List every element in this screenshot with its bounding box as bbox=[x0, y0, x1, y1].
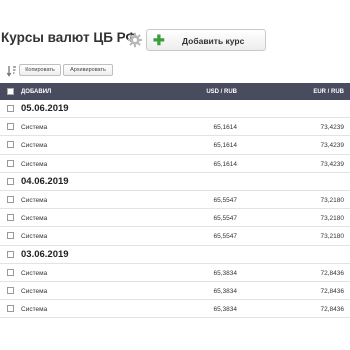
copy-button[interactable]: Копировать bbox=[19, 64, 61, 76]
cell-usd-rub: 65,5547 bbox=[213, 196, 238, 204]
column-header-eur-rub[interactable]: EUR / RUB bbox=[313, 89, 344, 95]
row-checkbox[interactable] bbox=[7, 232, 14, 240]
cell-usd-rub: 65,3834 bbox=[213, 306, 238, 314]
date-group-row[interactable]: 05.06.2019 bbox=[0, 100, 350, 119]
row-checkbox[interactable] bbox=[7, 305, 14, 313]
group-checkbox[interactable] bbox=[7, 177, 14, 185]
select-all-checkbox[interactable] bbox=[7, 88, 14, 95]
group-date: 03.06.2019 bbox=[21, 248, 69, 260]
table-row[interactable]: Система 65,3834 72,8436 bbox=[0, 264, 350, 282]
cell-added: Система bbox=[21, 142, 48, 150]
group-checkbox[interactable] bbox=[7, 105, 14, 112]
row-checkbox[interactable] bbox=[7, 214, 14, 222]
cell-added: Система bbox=[21, 233, 48, 241]
table-row[interactable]: Система 65,1614 73,4239 bbox=[0, 118, 350, 137]
row-checkbox[interactable] bbox=[7, 141, 14, 149]
add-rate-button[interactable]: ✚ Добавить курс bbox=[146, 29, 266, 51]
table-row[interactable]: Система 65,3834 72,8436 bbox=[0, 282, 350, 301]
row-checkbox[interactable] bbox=[7, 195, 14, 203]
cell-usd-rub: 65,1614 bbox=[213, 124, 238, 132]
cell-eur-rub: 73,4239 bbox=[320, 160, 345, 168]
table-row[interactable]: Система 65,1614 73,4239 bbox=[0, 136, 350, 155]
cell-usd-rub: 65,3834 bbox=[213, 269, 238, 277]
cell-usd-rub: 65,5547 bbox=[213, 215, 238, 223]
page: Курсы валют ЦБ РФ ✚ Добавить курс Копиро… bbox=[0, 0, 350, 350]
cell-added: Система bbox=[21, 215, 48, 223]
gear-icon[interactable] bbox=[127, 32, 143, 48]
group-date: 04.06.2019 bbox=[21, 175, 69, 187]
cell-eur-rub: 72,8436 bbox=[320, 306, 345, 314]
page-title: Курсы валют ЦБ РФ bbox=[1, 30, 138, 45]
cell-eur-rub: 72,8436 bbox=[320, 287, 345, 295]
cell-added: Система bbox=[21, 269, 48, 277]
cell-eur-rub: 73,4239 bbox=[320, 124, 345, 132]
cell-added: Система bbox=[21, 124, 48, 132]
cell-usd-rub: 65,1614 bbox=[213, 142, 238, 150]
date-group-row[interactable]: 04.06.2019 bbox=[0, 173, 350, 191]
cell-added: Система bbox=[21, 287, 48, 295]
add-rate-button-label: Добавить курс bbox=[182, 36, 245, 46]
cell-usd-rub: 65,1614 bbox=[213, 160, 238, 168]
cell-eur-rub: 73,4239 bbox=[320, 142, 345, 150]
table-row[interactable]: Система 65,3834 72,8436 bbox=[0, 300, 350, 319]
cell-added: Система bbox=[21, 306, 48, 314]
plus-icon: ✚ bbox=[153, 32, 165, 48]
table-row[interactable]: Система 65,5547 73,2180 bbox=[0, 227, 350, 246]
archive-button[interactable]: Архивировать bbox=[63, 64, 113, 76]
cell-eur-rub: 73,2180 bbox=[320, 233, 345, 241]
group-checkbox[interactable] bbox=[7, 250, 14, 258]
group-date: 05.06.2019 bbox=[21, 103, 69, 114]
cell-eur-rub: 73,2180 bbox=[320, 215, 345, 223]
row-checkbox[interactable] bbox=[7, 159, 14, 167]
page-header: Курсы валют ЦБ РФ ✚ Добавить курс bbox=[0, 28, 350, 52]
cell-eur-rub: 73,2180 bbox=[320, 196, 345, 204]
row-checkbox[interactable] bbox=[7, 286, 14, 294]
column-header-added[interactable]: ДОБАВИЛ bbox=[21, 89, 51, 95]
table-row[interactable]: Система 65,1614 73,4239 bbox=[0, 155, 350, 173]
row-checkbox[interactable] bbox=[7, 123, 14, 131]
table-header: ДОБАВИЛ USD / RUB EUR / RUB bbox=[0, 83, 350, 100]
column-header-usd-rub[interactable]: USD / RUB bbox=[206, 89, 237, 95]
table-row[interactable]: Система 65,5547 73,2180 bbox=[0, 191, 350, 210]
sort-icon[interactable] bbox=[6, 64, 17, 77]
cell-usd-rub: 65,5547 bbox=[213, 233, 238, 241]
cell-added: Система bbox=[21, 196, 48, 204]
table-body: 05.06.2019 Система 65,1614 73,4239 Систе… bbox=[0, 100, 350, 319]
toolbar: Копировать Архивировать bbox=[0, 63, 350, 78]
cell-usd-rub: 65,3834 bbox=[213, 287, 238, 295]
row-checkbox[interactable] bbox=[7, 268, 14, 276]
cell-added: Система bbox=[21, 160, 48, 168]
cell-eur-rub: 72,8436 bbox=[320, 269, 345, 277]
table-row[interactable]: Система 65,5547 73,2180 bbox=[0, 209, 350, 228]
date-group-row[interactable]: 03.06.2019 bbox=[0, 246, 350, 264]
